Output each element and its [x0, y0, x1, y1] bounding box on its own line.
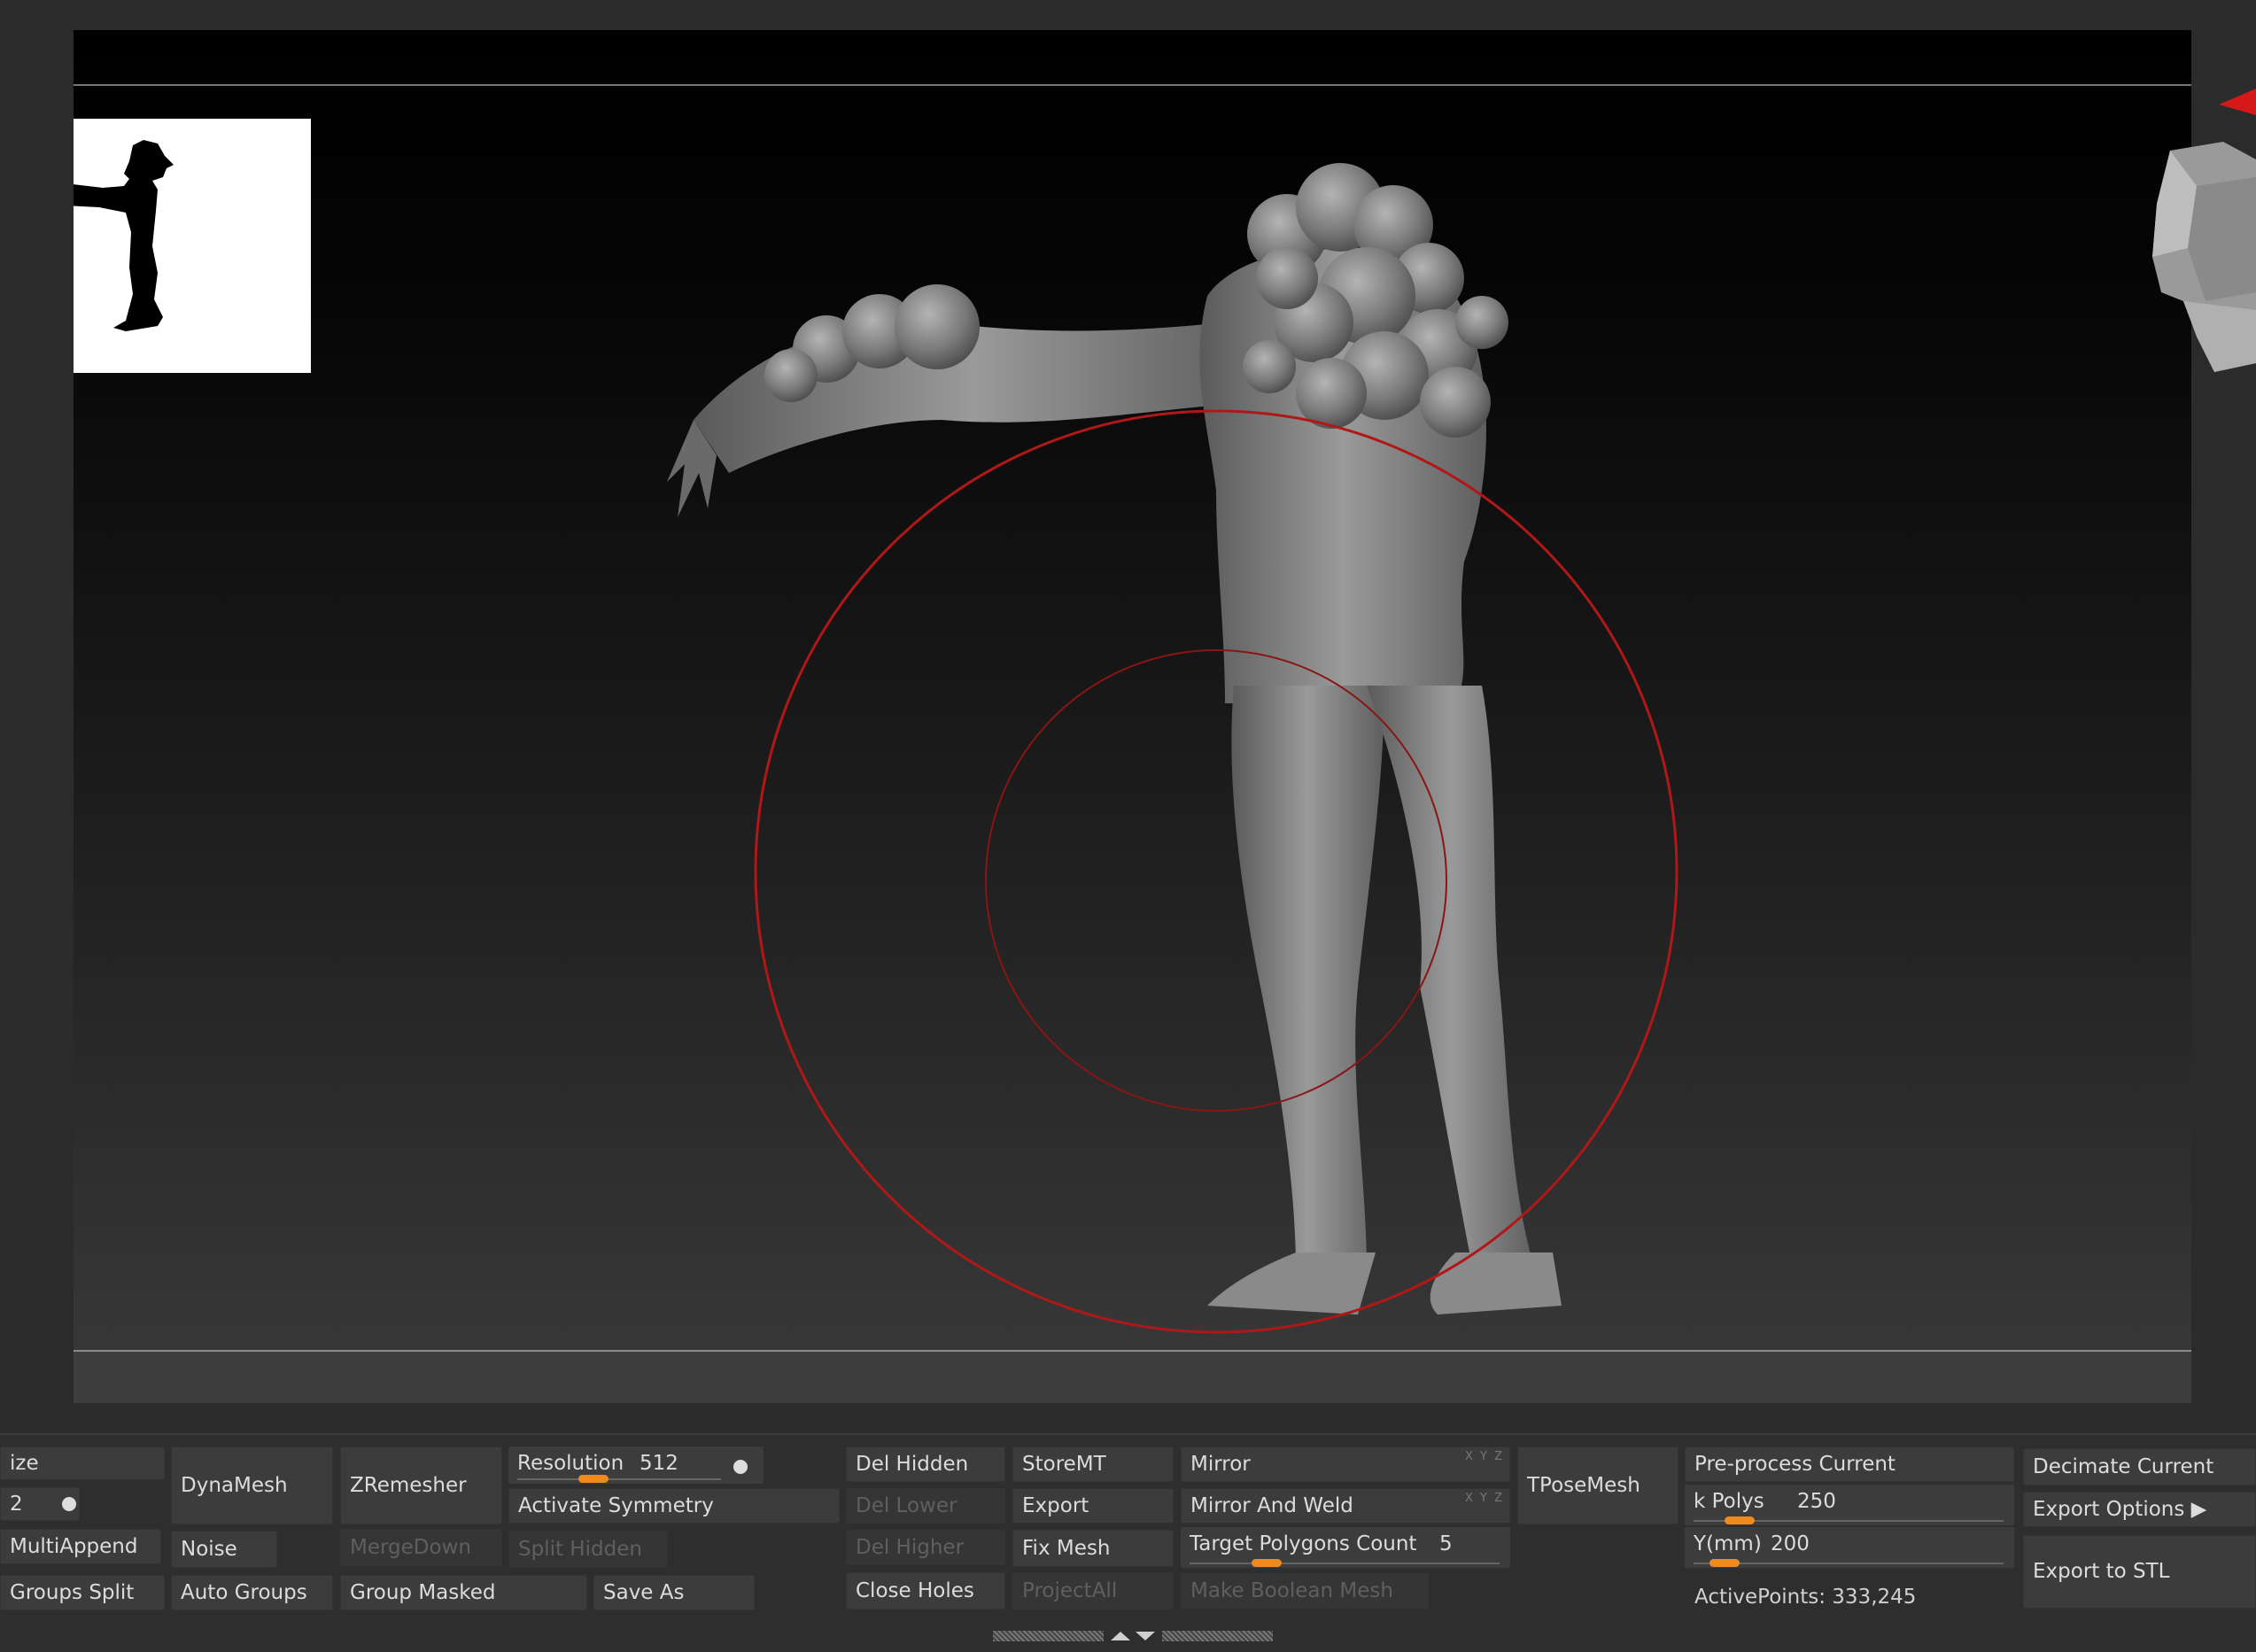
target-polygons-track: [1190, 1563, 1500, 1564]
preprocess-current-label: Pre-process Current: [1694, 1452, 1896, 1476]
projectall-label: ProjectAll: [1022, 1578, 1118, 1602]
projectall-button[interactable]: ProjectAll: [1012, 1572, 1174, 1609]
close-holes-button[interactable]: Close Holes: [846, 1572, 1005, 1609]
mergedown-label: MergeDown: [350, 1535, 471, 1559]
tposemesh-button[interactable]: TPoseMesh: [1517, 1446, 1678, 1524]
resolution-knob[interactable]: [578, 1475, 609, 1483]
size-slider[interactable]: ize: [0, 1446, 165, 1480]
fix-mesh-button[interactable]: Fix Mesh: [1012, 1530, 1174, 1567]
expand-collapse-arrows-icon[interactable]: [1109, 1630, 1157, 1642]
noise-button[interactable]: Noise: [171, 1531, 277, 1568]
k-polys-knob[interactable]: [1725, 1516, 1755, 1524]
del-hidden-label: Del Hidden: [856, 1452, 969, 1476]
k-polys-label: k Polys: [1694, 1490, 1764, 1513]
group-masked-button[interactable]: Group Masked: [340, 1575, 587, 1610]
activate-symmetry-button[interactable]: Activate Symmetry: [508, 1488, 840, 1524]
y-mm-slider[interactable]: Y(mm) 200: [1685, 1527, 2014, 1568]
auto-groups-button[interactable]: Auto Groups: [171, 1575, 333, 1610]
mirror-label: Mirror: [1190, 1452, 1251, 1476]
mirror-button[interactable]: Mirror X Y Z: [1181, 1446, 1510, 1482]
red-arrow-icon: [2219, 89, 2256, 115]
size-label: ize: [10, 1451, 39, 1475]
del-hidden-button[interactable]: Del Hidden: [846, 1446, 1005, 1482]
zremesher-button[interactable]: ZRemesher: [340, 1446, 502, 1524]
preprocess-current-button[interactable]: Pre-process Current: [1685, 1446, 2014, 1482]
make-boolean-mesh-button[interactable]: Make Boolean Mesh: [1181, 1573, 1429, 1609]
export-options-button[interactable]: Export Options ▶: [2023, 1492, 2256, 1527]
size-toggle-dot[interactable]: [62, 1497, 76, 1511]
storemt-label: StoreMT: [1022, 1452, 1106, 1476]
resolution-slider[interactable]: Resolution 512: [508, 1446, 764, 1484]
export-to-stl-label: Export to STL: [2033, 1560, 2170, 1583]
groups-split-button[interactable]: Groups Split: [0, 1575, 165, 1610]
fix-mesh-label: Fix Mesh: [1022, 1536, 1111, 1560]
noise-label: Noise: [181, 1537, 237, 1561]
mirror-and-weld-button[interactable]: Mirror And Weld X Y Z: [1181, 1488, 1510, 1524]
export-label: Export: [1022, 1493, 1089, 1517]
target-polygons-knob[interactable]: [1252, 1559, 1282, 1567]
viewport-bottom-strip: [74, 1352, 2191, 1403]
active-points-readout: ActivePoints: 333,245: [1694, 1586, 1917, 1609]
navigation-head-icon[interactable]: [2135, 133, 2256, 372]
target-polygons-slider[interactable]: Target Polygons Count 5: [1181, 1527, 1510, 1568]
export-options-label: Export Options ▶: [2033, 1497, 2207, 1521]
size-value: 2: [10, 1492, 23, 1516]
mirror-axis-xyz[interactable]: X Y Z: [1465, 1451, 1504, 1462]
grip-hatch-right: [1162, 1631, 1273, 1641]
resolution-label: Resolution: [517, 1452, 624, 1475]
del-lower-label: Del Lower: [856, 1493, 957, 1517]
brush-outer-circle: [754, 409, 1678, 1334]
resolution-toggle-dot[interactable]: [733, 1460, 748, 1474]
panel-resize-grip[interactable]: [990, 1630, 1275, 1642]
sculpt-model: [667, 163, 1678, 1334]
export-to-stl-button[interactable]: Export to STL: [2023, 1535, 2256, 1609]
k-polys-value: 250: [1797, 1490, 1836, 1513]
resolution-value: 512: [640, 1452, 678, 1475]
resolution-track: [517, 1478, 721, 1480]
y-mm-track: [1694, 1563, 2004, 1564]
mirror-and-weld-label: Mirror And Weld: [1190, 1493, 1353, 1517]
mirror-weld-axis-xyz[interactable]: X Y Z: [1465, 1493, 1504, 1504]
y-mm-label: Y(mm): [1694, 1532, 1762, 1555]
dynamesh-label: DynaMesh: [181, 1473, 288, 1497]
multiappend-label: MultiAppend: [10, 1534, 138, 1558]
decimate-current-label: Decimate Current: [2033, 1454, 2214, 1478]
target-polygons-value: 5: [1439, 1532, 1453, 1555]
k-polys-slider[interactable]: k Polys 250: [1685, 1485, 2014, 1525]
decimate-current-button[interactable]: Decimate Current: [2023, 1448, 2256, 1485]
target-polygons-label: Target Polygons Count: [1190, 1532, 1417, 1555]
auto-groups-label: Auto Groups: [181, 1580, 307, 1604]
make-boolean-mesh-label: Make Boolean Mesh: [1190, 1578, 1393, 1602]
split-hidden-button[interactable]: Split Hidden: [508, 1531, 668, 1568]
zremesher-label: ZRemesher: [350, 1473, 467, 1497]
del-higher-label: Del Higher: [856, 1535, 965, 1559]
groups-split-label: Groups Split: [10, 1580, 135, 1604]
export-button[interactable]: Export: [1012, 1488, 1174, 1524]
close-holes-label: Close Holes: [856, 1578, 974, 1602]
tposemesh-label: TPoseMesh: [1527, 1473, 1640, 1497]
mergedown-button[interactable]: MergeDown: [340, 1529, 502, 1566]
y-mm-value: 200: [1771, 1532, 1810, 1555]
save-as-label: Save As: [603, 1580, 685, 1604]
save-as-button[interactable]: Save As: [593, 1575, 755, 1610]
dynamesh-button[interactable]: DynaMesh: [171, 1446, 333, 1524]
activate-symmetry-label: Activate Symmetry: [518, 1493, 714, 1517]
del-lower-button[interactable]: Del Lower: [846, 1488, 1005, 1524]
multiappend-button[interactable]: MultiAppend: [0, 1529, 161, 1564]
3d-viewport[interactable]: [74, 30, 2191, 1403]
y-mm-knob[interactable]: [1709, 1559, 1740, 1567]
del-higher-button[interactable]: Del Higher: [846, 1530, 1005, 1565]
storemt-button[interactable]: StoreMT: [1012, 1446, 1174, 1482]
split-hidden-label: Split Hidden: [518, 1537, 642, 1561]
grip-hatch-left: [993, 1631, 1104, 1641]
group-masked-label: Group Masked: [350, 1580, 496, 1604]
